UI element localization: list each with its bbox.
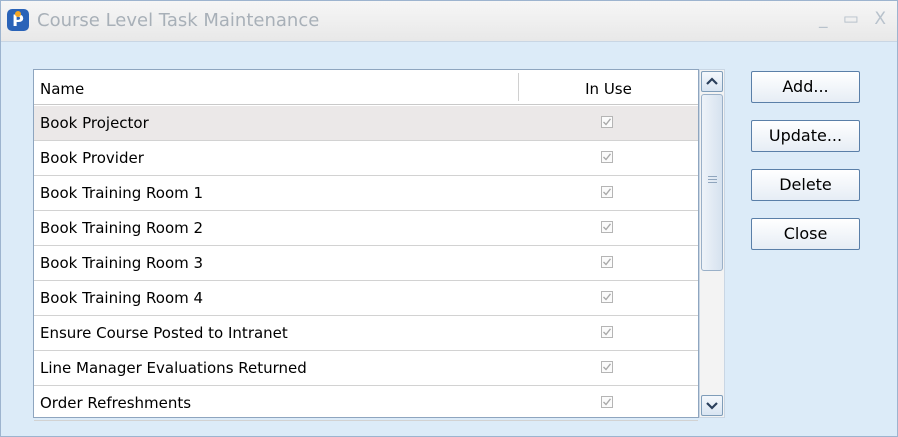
scroll-down-button[interactable] — [701, 395, 723, 416]
column-header-name[interactable]: Name — [40, 80, 84, 98]
list-scrollbar[interactable] — [699, 69, 725, 418]
checkbox-checked-icon — [603, 223, 612, 231]
task-list: Name In Use Book Projector Book Provider B… — [33, 69, 699, 421]
scroll-thumb[interactable] — [701, 94, 723, 271]
in-use-checkbox[interactable] — [601, 186, 613, 198]
table-row[interactable]: Line Manager Evaluations Returned — [34, 351, 698, 386]
task-name: Line Manager Evaluations Returned — [40, 359, 307, 377]
in-use-checkbox[interactable] — [601, 256, 613, 268]
title-bar: P Course Level Task Maintenance _ ▭ X — [1, 1, 897, 42]
column-header-in-use[interactable]: In Use — [519, 80, 698, 98]
window-title: Course Level Task Maintenance — [37, 10, 320, 31]
checkbox-checked-icon — [603, 153, 612, 161]
table-row[interactable]: Book Projector — [34, 106, 698, 141]
close-button[interactable]: Close — [751, 218, 860, 250]
table-row[interactable]: Book Training Room 2 — [34, 211, 698, 246]
task-name: Book Training Room 1 — [40, 184, 204, 202]
checkbox-checked-icon — [603, 293, 612, 301]
checkbox-checked-icon — [603, 258, 612, 266]
task-name: Book Projector — [40, 114, 149, 132]
in-use-checkbox[interactable] — [601, 151, 613, 163]
task-name: Book Provider — [40, 149, 144, 167]
in-use-checkbox[interactable] — [601, 221, 613, 233]
table-row[interactable]: Book Provider — [34, 141, 698, 176]
task-name: Book Training Room 2 — [40, 219, 204, 237]
checkbox-checked-icon — [603, 328, 612, 336]
add-button[interactable]: Add... — [751, 71, 860, 103]
checkbox-checked-icon — [603, 188, 612, 196]
update-button[interactable]: Update... — [751, 120, 860, 152]
chevron-down-icon — [706, 402, 718, 410]
in-use-checkbox[interactable] — [601, 116, 613, 128]
in-use-checkbox[interactable] — [601, 326, 613, 338]
chevron-up-icon — [706, 77, 718, 85]
task-name: Ensure Course Posted to Intranet — [40, 324, 288, 342]
checkbox-checked-icon — [603, 398, 612, 406]
task-name: Book Training Room 3 — [40, 254, 204, 272]
table-row[interactable]: Book Training Room 1 — [34, 176, 698, 211]
scroll-grip-icon — [708, 176, 717, 185]
table-row[interactable]: Ensure Course Posted to Intranet — [34, 316, 698, 351]
list-header: Name In Use — [34, 70, 698, 105]
in-use-checkbox[interactable] — [601, 361, 613, 373]
in-use-checkbox[interactable] — [601, 396, 613, 408]
table-row[interactable]: Book Training Room 4 — [34, 281, 698, 316]
table-row[interactable]: Book Training Room 3 — [34, 246, 698, 281]
app-logo-icon: P — [7, 9, 29, 31]
table-row[interactable]: Order Refreshments — [34, 386, 698, 421]
task-name: Book Training Room 4 — [40, 289, 204, 307]
task-name: Order Refreshments — [40, 394, 192, 412]
window-controls[interactable]: _ ▭ X — [819, 9, 891, 29]
in-use-checkbox[interactable] — [601, 291, 613, 303]
checkbox-checked-icon — [603, 363, 612, 371]
scroll-up-button[interactable] — [701, 71, 723, 92]
delete-button[interactable]: Delete — [751, 169, 860, 201]
checkbox-checked-icon — [603, 118, 612, 126]
course-level-task-maintenance-window: P Course Level Task Maintenance _ ▭ X Na… — [0, 0, 898, 437]
